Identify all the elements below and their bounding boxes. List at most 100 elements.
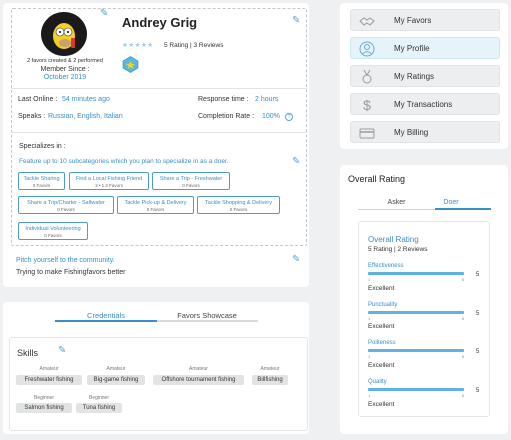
rating-value: 5 [476,388,480,394]
name-edit-icon[interactable]: ✎ [292,16,300,26]
menu-item-label: My Billing [394,128,429,137]
subcategory-chip[interactable]: Individual Volunteering 0 Favors [18,222,88,240]
menu-item-my-favors[interactable]: My Favors [350,9,500,31]
subcategory-chip[interactable]: Share a Trip/Charter - Saltwater 0 Favor… [18,196,114,214]
tab-asker-underline [358,209,435,210]
subcategory-title: Share a Trip/Charter - Saltwater [27,200,105,206]
dollar-icon: $ [363,97,371,113]
rating-value: 5 [476,272,480,278]
skill-chip: Freshwater fishing [16,375,82,385]
skill-level: Amateur [39,366,59,372]
credit-card-icon [359,128,375,139]
tick-min: 1 [368,277,371,282]
skill-level: Beginner [33,395,54,401]
rating-bar [368,311,464,314]
tick-max: 5 [461,277,464,282]
menu-item-my-billing[interactable]: My Billing [350,121,500,143]
specializes-edit-icon[interactable]: ✎ [292,157,300,167]
subcategory-title: Share a Trip - Freshwater [159,176,223,182]
menu-item-my-transactions[interactable]: $ My Transactions [350,93,500,115]
subcategory-count: 0 Favors [57,207,75,212]
handshake-icon [359,17,375,26]
subcategory-title: Tackle Pick-up & Delivery [124,200,187,206]
skill-chip: Big-game fishing [87,375,145,385]
skills-edit-icon[interactable]: ✎ [58,346,66,356]
member-since-label: Member Since : [40,66,90,73]
menu-item-label: My Ratings [394,72,435,81]
last-online-value: 54 minutes ago [62,96,110,103]
speaks-value: Russian, English, Italian [48,113,123,120]
rating-value: 5 [476,311,480,317]
profile-name: Andrey Grig [122,15,198,30]
avatar[interactable] [41,12,87,56]
menu-item-label: My Favors [394,16,432,25]
rating-word: Excellent [368,285,395,292]
pitch-prompt[interactable]: Pitch yourself to the community. [16,257,115,264]
member-since-value: October 2019 [43,74,87,81]
subcategory-chip[interactable]: Tackle Sharing 0 Favors [18,172,65,190]
speaks-label: Speaks : [18,113,46,120]
rating-category-label: Politeness [368,340,396,346]
skill-level: Amateur [106,366,126,372]
last-online-label: Last Online : [18,96,58,103]
skill-level: Amateur [189,366,208,372]
skill-chip: Salmon fishing [16,403,72,413]
rating-bar [368,272,464,275]
rating-category-label: Punctuality [368,302,398,308]
rating-value: 5 [476,349,480,355]
tab-active-underline [55,320,157,322]
rating-word: Excellent [368,401,395,408]
subcategory-chip[interactable]: Find a Local Fishing Friend 3 • 1 2 Favo… [69,172,149,190]
menu-item-my-profile[interactable]: My Profile [350,37,500,59]
user-circle-icon [359,41,375,57]
tab-credentials[interactable]: Credentials [56,311,156,320]
subcategory-chip[interactable]: Share a Trip - Freshwater 0 Favors [152,172,230,190]
subcategory-title: Tackle Sharing [23,176,60,182]
subcategory-chip[interactable]: Tackle Shopping & Delivery 0 Favors [197,196,280,214]
tick-min: 1 [368,393,371,398]
menu-item-label: My Transactions [394,100,453,109]
subcategory-count: 0 Favors [44,233,62,238]
tick-max: 5 [461,393,464,398]
help-icon[interactable]: ? [285,113,293,121]
avatar-edit-icon[interactable]: ✎ [100,9,108,19]
subcategory-count: 0 Favors [32,183,51,188]
badge-icon [122,56,139,73]
specializes-heading: Specializes in : [19,143,66,150]
menu-item-label: My Profile [394,44,430,53]
tab-doer-underline [435,208,491,210]
skill-chip: Tuna fishing [76,403,122,413]
skill-chip: Offshore tournament fishing [153,375,244,385]
response-time-value: 2 hours [255,96,279,103]
svg-text:$: $ [363,97,371,113]
rating-summary[interactable]: 5 Rating | 3 Reviews [164,42,224,49]
subcategory-count: 3 • 1 2 Favors [95,183,123,188]
tick-max: 5 [461,316,464,321]
overall-rating-heading: Overall Rating [348,174,406,184]
tab-favors-showcase[interactable]: Favors Showcase [157,311,257,320]
tab-inactive-underline [157,320,258,322]
tab-doer[interactable]: Doer [436,199,466,206]
rating-inner-summary: 5 Rating | 2 Reviews [368,246,428,253]
menu-item-my-ratings[interactable]: My Ratings [350,65,500,87]
rating-word: Excellent [368,323,395,330]
medal-icon [362,69,372,84]
rating-stars: ★★★★★ [122,42,154,49]
subcategory-count: 0 Favors [182,183,200,188]
specializes-prompt[interactable]: Feature up to 10 subcategories which you… [19,158,229,165]
rating-bar [368,388,464,391]
skill-level: Beginner [88,395,109,401]
subcategory-title: Individual Volunteering [25,226,81,232]
info-divider [11,132,307,133]
rating-word: Excellent [368,362,395,369]
rating-category-label: Quality [368,379,387,385]
skill-level: Amateur [260,366,280,372]
favors-count-text: 2 favors created & 2 performed [27,58,103,64]
pitch-edit-icon[interactable]: ✎ [292,255,300,265]
subcategory-chip[interactable]: Tackle Pick-up & Delivery 0 Favors [117,196,194,214]
completion-rate-label: Completion Rate : [198,113,255,120]
subcategory-title: Find a Local Fishing Friend [75,176,143,182]
rating-bar [368,349,464,352]
tab-asker[interactable]: Asker [358,199,435,206]
header-divider [11,88,307,89]
